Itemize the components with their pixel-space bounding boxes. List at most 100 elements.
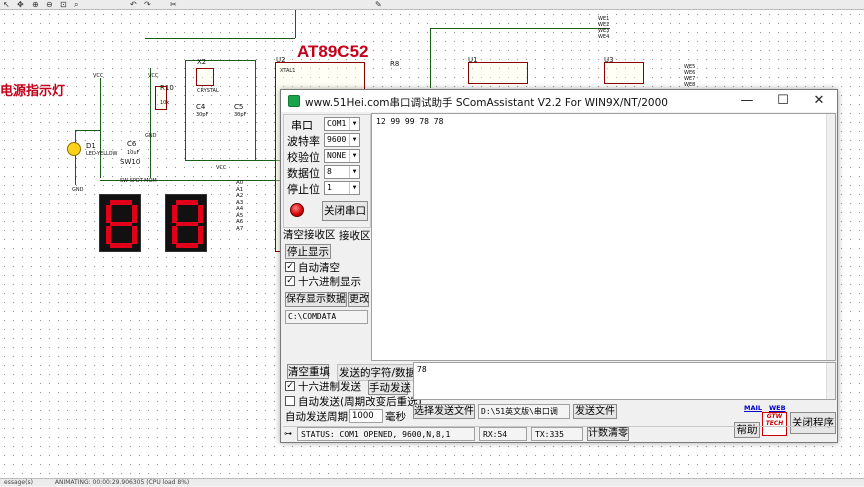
u3-label: U3 xyxy=(604,56,614,64)
cut-icon[interactable]: ✂ xyxy=(170,0,180,9)
we-labels-right: WE5 WE6 WE7 WE8 xyxy=(684,64,704,88)
close-port-button[interactable]: 关闭串口 xyxy=(322,201,368,221)
stopbits-label: 停止位 xyxy=(287,183,320,196)
chevron-down-icon: ▼ xyxy=(349,182,359,194)
clear-recv-button[interactable]: 清空接收区 xyxy=(283,228,336,243)
hex-display-label: 十六进制显示 xyxy=(298,276,361,288)
d1-value: LED-YELLOW xyxy=(86,151,118,157)
stop-display-button[interactable]: 停止显示 xyxy=(285,244,331,259)
receive-scrollbar[interactable] xyxy=(826,114,835,360)
seven-segment-display-2 xyxy=(165,194,207,252)
messages-text[interactable]: essage(s) xyxy=(4,479,33,486)
hex-send-label: 十六进制发送 xyxy=(298,381,361,393)
redo-icon[interactable]: ↷ xyxy=(144,0,154,9)
we-labels-top: WE1 WE2 WE3 WE4 xyxy=(598,16,618,40)
chevron-down-icon: ▼ xyxy=(349,134,359,146)
close-button[interactable]: ✕ xyxy=(801,90,837,112)
chevron-down-icon: ▼ xyxy=(349,150,359,162)
recv-area-label: 接收区 xyxy=(339,230,371,242)
save-display-button[interactable]: 保存显示数据 xyxy=(285,292,347,307)
wire xyxy=(185,60,186,160)
choose-file-button[interactable]: 选择发送文件 xyxy=(413,404,475,419)
xtal1-pin: XTAL1 xyxy=(280,68,296,74)
clear-count-button[interactable]: 计数清零 xyxy=(587,427,629,441)
c5-value: 30pF xyxy=(234,112,247,118)
status-text: STATUS: COM1 OPENED, 9600,N,8,1 xyxy=(297,427,475,441)
receive-textarea[interactable]: 12 99 99 78 78 xyxy=(371,113,836,361)
auto-send-checkbox[interactable] xyxy=(285,396,295,406)
rx-count: RX:54 xyxy=(479,427,527,441)
zoom-in-icon[interactable]: ⊕ xyxy=(32,0,42,9)
u2-label: U2 xyxy=(276,56,286,64)
parity-select[interactable]: NONE ▼ xyxy=(324,149,360,163)
stopbits-value: 1 xyxy=(327,183,332,192)
clear-send-button[interactable]: 清空重填 xyxy=(287,364,330,379)
change-path-button[interactable]: 更改 xyxy=(348,292,369,307)
zoom-out-icon[interactable]: ⊖ xyxy=(46,0,56,9)
title-text: 串口调试助手 SComAssistant V2.2 For WIN9X/NT/2… xyxy=(389,97,668,109)
c4-value: 30pF xyxy=(196,112,209,118)
zoom-all-icon[interactable]: ⊡ xyxy=(60,0,70,9)
vcc-label-2: VCC xyxy=(148,73,159,79)
pointer-icon[interactable]: ↖ xyxy=(3,0,13,9)
serial-assistant-window: www.51Hei.com串口调试助手 SComAssistant V2.2 F… xyxy=(280,89,838,443)
auto-send-label: 自动发送(周期改变后重选) xyxy=(298,396,422,408)
animation-status: ANIMATING: 00:00:29.906305 (CPU load 8%) xyxy=(54,479,190,486)
file-path-field[interactable]: D:\51英文版\串口调 xyxy=(478,404,570,419)
maximize-button[interactable]: ☐ xyxy=(765,90,801,112)
port-label-a7: A7 xyxy=(236,225,244,232)
minimize-button[interactable]: — xyxy=(729,90,765,112)
crystal-x2[interactable] xyxy=(196,68,214,86)
parity-label: 校验位 xyxy=(287,151,320,164)
wire xyxy=(255,60,256,160)
auto-clear-checkbox[interactable]: ✓ xyxy=(285,262,295,272)
port-select[interactable]: COM1 ▼ xyxy=(324,117,360,131)
stopbits-select[interactable]: 1 ▼ xyxy=(324,181,360,195)
d1-label: D1 xyxy=(86,142,96,150)
wire xyxy=(145,38,295,39)
wire xyxy=(185,160,280,161)
hex-send-checkbox[interactable]: ✓ xyxy=(285,381,295,391)
zoom-area-icon[interactable]: ⌕ xyxy=(74,0,84,9)
r8-label: R8 xyxy=(390,60,400,68)
chip-title: AT89C52 xyxy=(297,42,369,61)
send-textarea[interactable]: 78 xyxy=(413,362,836,400)
wire xyxy=(75,130,100,131)
chevron-down-icon: ▼ xyxy=(349,118,359,130)
c5-label: C5 xyxy=(234,103,244,111)
auto-clear-label: 自动清空 xyxy=(298,262,340,274)
period-input[interactable]: 1000 xyxy=(349,409,383,423)
led-yellow-icon[interactable] xyxy=(67,142,81,156)
pan-icon[interactable]: ✥ xyxy=(17,0,27,9)
we-label-8: WE8 xyxy=(684,82,696,88)
site-name: www.51Hei.com xyxy=(305,97,390,109)
manual-send-button[interactable]: 手动发送 xyxy=(368,380,411,395)
ic-u3[interactable] xyxy=(604,62,644,84)
toolbar: ↖ ✥ ⊕ ⊖ ⊡ ⌕ ↶ ↷ ✂ ✎ xyxy=(0,0,864,10)
baud-select[interactable]: 9600 ▼ xyxy=(324,133,360,147)
x2-label: X2 xyxy=(197,58,207,66)
web-link[interactable]: WEB xyxy=(769,404,786,412)
annotate-icon[interactable]: ✎ xyxy=(375,0,385,9)
gnd-label: GND xyxy=(145,133,157,139)
tx-count: TX:335 xyxy=(531,427,583,441)
vcc-label: VCC xyxy=(93,73,104,79)
save-path-field[interactable]: C:\COMDATA xyxy=(285,310,368,324)
undo-icon[interactable]: ↶ xyxy=(130,0,140,9)
hex-display-checkbox[interactable]: ✓ xyxy=(285,276,295,286)
send-scrollbar[interactable] xyxy=(826,363,835,399)
port-value: COM1 xyxy=(327,119,347,128)
gnd-label-2: GND xyxy=(72,187,84,193)
baud-value: 9600 xyxy=(327,135,347,144)
window-title: www.51Hei.com串口调试助手 SComAssistant V2.2 F… xyxy=(305,95,668,110)
vcc-label-3: VCC xyxy=(216,165,227,171)
app-icon xyxy=(288,95,300,107)
title-bar[interactable]: www.51Hei.com串口调试助手 SComAssistant V2.2 F… xyxy=(281,90,837,112)
auto-period-label: 自动发送周期: xyxy=(285,411,352,423)
ic-u1[interactable] xyxy=(468,62,528,84)
r10-value: 10k xyxy=(160,100,170,106)
send-file-button[interactable]: 发送文件 xyxy=(573,404,617,419)
wire xyxy=(295,10,296,38)
mail-link[interactable]: MAIL xyxy=(744,404,762,412)
databits-select[interactable]: 8 ▼ xyxy=(324,165,360,179)
